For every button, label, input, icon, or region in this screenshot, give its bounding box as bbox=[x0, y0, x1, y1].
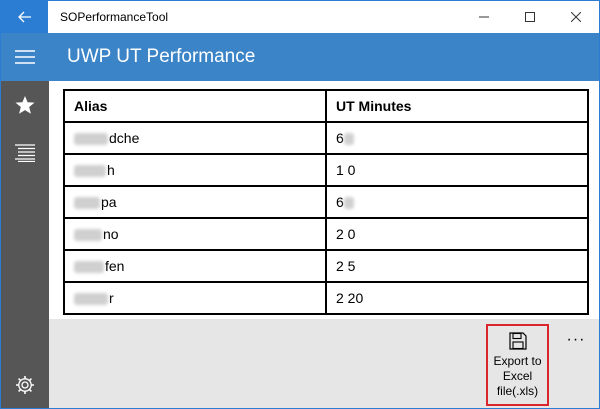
page-header: UWP UT Performance bbox=[49, 33, 599, 81]
save-icon bbox=[508, 332, 527, 350]
table-row[interactable]: no 2 0 bbox=[63, 217, 589, 251]
app-window: SOPerformanceTool UWP UT Performance Ali… bbox=[0, 0, 600, 409]
nav-item-settings[interactable] bbox=[1, 363, 49, 407]
page-title: UWP UT Performance bbox=[67, 46, 256, 67]
minimize-icon bbox=[479, 16, 489, 18]
column-header-ut-minutes: UT Minutes bbox=[325, 89, 589, 123]
minutes-cell: 6 bbox=[325, 121, 589, 155]
table-row[interactable]: r 2 20 bbox=[63, 281, 589, 315]
window-controls bbox=[461, 1, 599, 33]
close-icon bbox=[571, 12, 581, 22]
minutes-cell: 1 0 bbox=[325, 153, 589, 187]
command-bar: Export to Excel file(.xls) ··· bbox=[49, 319, 599, 408]
table-header-row: Alias UT Minutes bbox=[63, 89, 589, 123]
maximize-icon bbox=[525, 12, 535, 22]
nav-item-favorites[interactable] bbox=[1, 83, 49, 127]
gear-icon bbox=[16, 376, 34, 394]
alias-cell: no bbox=[63, 217, 327, 251]
content-area: Alias UT Minutes dche 6 h 1 0 pa 6 no 2 … bbox=[49, 81, 599, 319]
hamburger-button[interactable] bbox=[1, 33, 49, 81]
alias-cell: dche bbox=[63, 121, 327, 155]
minutes-cell: 2 5 bbox=[325, 249, 589, 283]
performance-table: Alias UT Minutes dche 6 h 1 0 pa 6 no 2 … bbox=[63, 89, 589, 315]
nav-item-list[interactable] bbox=[1, 131, 49, 175]
close-button[interactable] bbox=[553, 1, 599, 33]
column-header-alias: Alias bbox=[63, 89, 327, 123]
export-excel-button[interactable]: Export to Excel file(.xls) bbox=[486, 324, 549, 406]
minutes-cell: 2 0 bbox=[325, 217, 589, 251]
minutes-cell: 6 bbox=[325, 185, 589, 219]
title-bar: SOPerformanceTool bbox=[1, 1, 599, 33]
back-arrow-icon bbox=[17, 11, 31, 23]
star-icon bbox=[15, 96, 35, 114]
alias-cell: fen bbox=[63, 249, 327, 283]
table-row[interactable]: pa 6 bbox=[63, 185, 589, 219]
back-button[interactable] bbox=[1, 1, 48, 33]
maximize-button[interactable] bbox=[507, 1, 553, 33]
table-row[interactable]: dche 6 bbox=[63, 121, 589, 155]
table-row[interactable]: fen 2 5 bbox=[63, 249, 589, 283]
alias-cell: h bbox=[63, 153, 327, 187]
hamburger-icon bbox=[15, 50, 35, 64]
export-button-label: Export to Excel file(.xls) bbox=[493, 354, 542, 398]
alias-cell: r bbox=[63, 281, 327, 315]
nav-pane bbox=[1, 33, 49, 408]
table-row[interactable]: h 1 0 bbox=[63, 153, 589, 187]
minutes-cell: 2 20 bbox=[325, 281, 589, 315]
alias-cell: pa bbox=[63, 185, 327, 219]
more-options-button[interactable]: ··· bbox=[564, 331, 588, 351]
minimize-button[interactable] bbox=[461, 1, 507, 33]
list-icon bbox=[15, 144, 35, 162]
app-title: SOPerformanceTool bbox=[60, 10, 169, 24]
